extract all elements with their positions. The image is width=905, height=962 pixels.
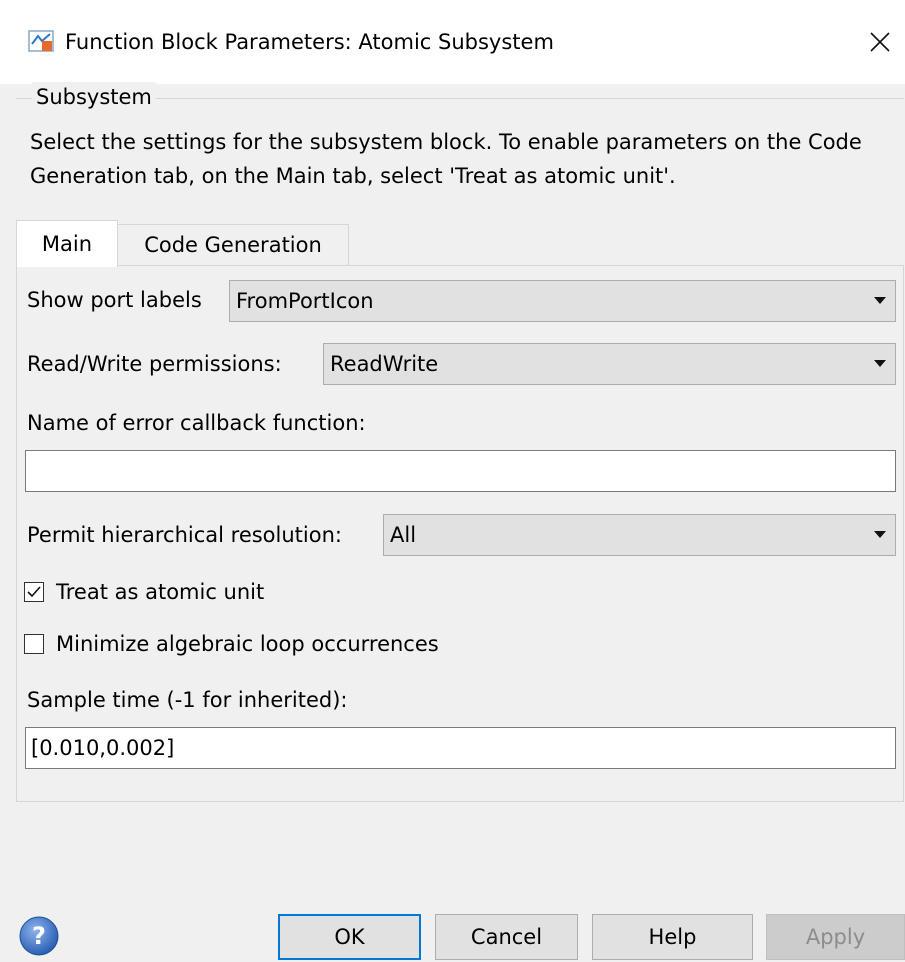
subsystem-group: Subsystem Select the settings for the su… bbox=[16, 82, 904, 203]
treat-atomic-label: Treat as atomic unit bbox=[56, 580, 265, 604]
group-legend: Subsystem bbox=[32, 82, 156, 112]
hier-resolution-select[interactable]: All bbox=[383, 514, 896, 556]
dropdown-arrow-icon bbox=[865, 359, 895, 369]
group-description: Select the settings for the subsystem bl… bbox=[30, 130, 862, 188]
minimize-loop-checkbox[interactable] bbox=[24, 634, 44, 654]
cancel-button[interactable]: Cancel bbox=[435, 914, 578, 960]
sample-time-label: Sample time (-1 for inherited): bbox=[27, 688, 348, 712]
dropdown-arrow-icon bbox=[865, 296, 895, 306]
ok-button[interactable]: OK bbox=[278, 914, 421, 960]
tab-code-generation[interactable]: Code Generation bbox=[118, 224, 349, 266]
show-port-labels-select[interactable]: FromPortIcon bbox=[229, 280, 896, 322]
help-icon[interactable]: ? bbox=[17, 914, 61, 958]
treat-atomic-checkbox[interactable] bbox=[24, 582, 44, 602]
apply-button[interactable]: Apply bbox=[766, 914, 905, 960]
simulink-block-icon bbox=[28, 28, 54, 54]
read-write-select[interactable]: ReadWrite bbox=[323, 343, 896, 385]
checkmark-icon bbox=[27, 586, 41, 598]
tab-main[interactable]: Main bbox=[16, 220, 118, 267]
show-port-labels-value: FromPortIcon bbox=[236, 289, 374, 313]
read-write-value: ReadWrite bbox=[330, 352, 439, 376]
sample-time-input[interactable]: [0.010,0.002] bbox=[25, 727, 896, 769]
error-callback-input[interactable] bbox=[25, 450, 896, 492]
hier-resolution-value: All bbox=[390, 523, 417, 547]
close-icon[interactable] bbox=[862, 24, 898, 60]
svg-text:?: ? bbox=[32, 922, 46, 950]
error-callback-label: Name of error callback function: bbox=[27, 411, 366, 435]
dropdown-arrow-icon bbox=[865, 530, 895, 540]
show-port-labels-label: Show port labels bbox=[27, 288, 202, 312]
help-button[interactable]: Help bbox=[592, 914, 753, 960]
read-write-label: Read/Write permissions: bbox=[27, 352, 282, 376]
minimize-loop-label: Minimize algebraic loop occurrences bbox=[56, 632, 439, 656]
window-title: Function Block Parameters: Atomic Subsys… bbox=[65, 30, 554, 54]
hier-resolution-label: Permit hierarchical resolution: bbox=[27, 523, 342, 547]
title-bar: Function Block Parameters: Atomic Subsys… bbox=[0, 0, 905, 84]
